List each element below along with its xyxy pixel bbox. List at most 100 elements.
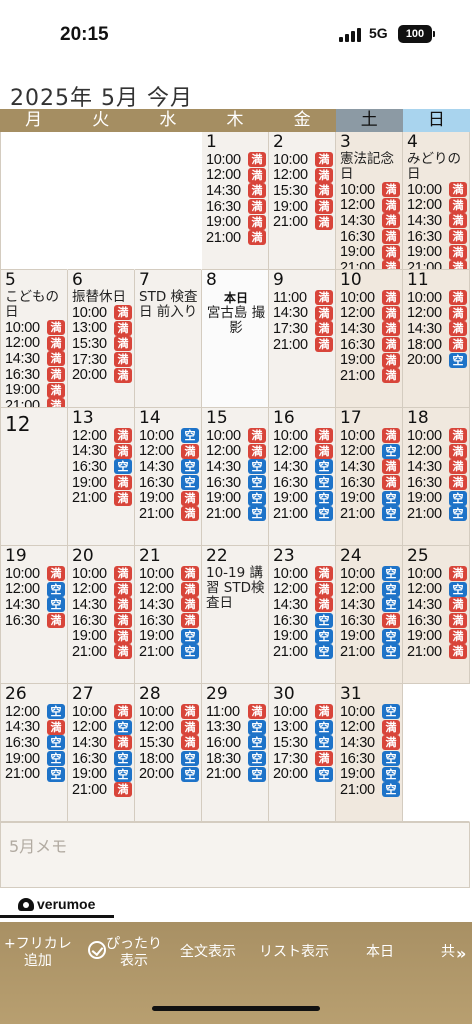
time-slot[interactable]: 17:30 満 bbox=[72, 352, 132, 368]
time-slot[interactable]: 21:00 空 bbox=[5, 766, 65, 782]
time-slot[interactable]: 16:30 空 bbox=[72, 751, 132, 767]
time-slot[interactable]: 21:00 満 bbox=[72, 490, 132, 506]
calendar-day-cell[interactable]: 31 10:00 空 12:00 満 14:30 満 16:30 空 19:00 空 21:00 空 bbox=[336, 684, 403, 822]
calendar-day-cell[interactable]: 26 12:00 空 14:30 満 16:30 空 19:00 空 21:00 空 bbox=[1, 684, 68, 822]
time-slot[interactable]: 10:00 空 bbox=[340, 704, 400, 720]
time-slot[interactable]: 19:00 満 bbox=[340, 244, 400, 260]
time-slot[interactable]: 14:30 満 bbox=[5, 351, 65, 367]
calendar-day-cell[interactable]: 25 10:00 満 12:00 空 14:30 満 16:30 満 19:00 満 21:00 満 bbox=[403, 546, 470, 684]
time-slot[interactable]: 19:00 空 bbox=[407, 490, 467, 506]
time-slot[interactable]: 16:00 空 bbox=[206, 735, 266, 751]
time-slot[interactable]: 21:00 空 bbox=[206, 506, 266, 522]
calendar-day-cell[interactable]: 13 12:00 満 14:30 満 16:30 空 19:00 満 21:00 満 bbox=[68, 408, 135, 546]
calendar-day-cell[interactable]: 10 10:00 満 12:00 満 14:30 満 16:30 満 19:00 満 21:00 満 bbox=[336, 270, 403, 408]
time-slot[interactable]: 12:00 満 bbox=[139, 719, 199, 735]
time-slot[interactable]: 12:00 満 bbox=[340, 305, 400, 321]
calendar-day-cell[interactable]: 18 10:00 満 12:00 満 14:30 満 16:30 満 19:00 空 21:00 空 bbox=[403, 408, 470, 546]
time-slot[interactable]: 12:00 満 bbox=[340, 197, 400, 213]
time-slot[interactable]: 14:30 満 bbox=[72, 597, 132, 613]
time-slot[interactable]: 19:00 満 bbox=[340, 352, 400, 368]
time-slot[interactable]: 14:30 満 bbox=[407, 321, 467, 337]
time-slot[interactable]: 16:30 満 bbox=[340, 229, 400, 245]
time-slot[interactable]: 19:00 空 bbox=[273, 490, 333, 506]
time-slot[interactable]: 21:00 満 bbox=[340, 260, 400, 269]
time-slot[interactable]: 14:30 空 bbox=[139, 459, 199, 475]
time-slot[interactable]: 12:00 空 bbox=[72, 719, 132, 735]
fit-view-button[interactable]: ぴったり 表示 bbox=[106, 936, 162, 970]
calendar-day-cell[interactable]: 2 10:00 満 12:00 満 15:30 満 19:00 満 21:00 満 bbox=[269, 132, 336, 270]
time-slot[interactable]: 16:30 満 bbox=[5, 367, 65, 383]
time-slot[interactable]: 12:00 満 bbox=[206, 443, 266, 459]
time-slot[interactable]: 18:00 満 bbox=[407, 337, 467, 353]
time-slot[interactable]: 14:30 空 bbox=[273, 459, 333, 475]
time-slot[interactable]: 18:30 空 bbox=[206, 751, 266, 767]
time-slot[interactable]: 21:00 空 bbox=[273, 506, 333, 522]
time-slot[interactable]: 21:00 満 bbox=[273, 337, 333, 353]
time-slot[interactable]: 10:00 満 bbox=[72, 566, 132, 582]
time-slot[interactable]: 13:00 空 bbox=[273, 719, 333, 735]
time-slot[interactable]: 14:30 満 bbox=[273, 597, 333, 613]
time-slot[interactable]: 21:00 満 bbox=[407, 644, 467, 660]
time-slot[interactable]: 14:30 満 bbox=[5, 719, 65, 735]
time-slot[interactable]: 10:00 満 bbox=[407, 290, 467, 306]
time-slot[interactable]: 14:30 満 bbox=[340, 213, 400, 229]
time-slot[interactable]: 16:30 空 bbox=[72, 459, 132, 475]
calendar-day-cell[interactable]: 8 本日 宮古島 撮影 bbox=[202, 270, 269, 408]
time-slot[interactable]: 16:30 空 bbox=[206, 475, 266, 491]
time-slot[interactable]: 12:00 空 bbox=[5, 704, 65, 720]
time-slot[interactable]: 16:30 空 bbox=[139, 475, 199, 491]
time-slot[interactable]: 15:30 満 bbox=[273, 183, 333, 199]
time-slot[interactable]: 10:00 空 bbox=[139, 428, 199, 444]
calendar-day-cell[interactable]: 17 10:00 満 12:00 空 14:30 満 16:30 満 19:00 空 21:00 空 bbox=[336, 408, 403, 546]
time-slot[interactable]: 10:00 満 bbox=[206, 428, 266, 444]
time-slot[interactable]: 20:00 空 bbox=[273, 766, 333, 782]
time-slot[interactable]: 10:00 満 bbox=[407, 566, 467, 582]
time-slot[interactable]: 14:30 空 bbox=[340, 597, 400, 613]
time-slot[interactable]: 19:00 満 bbox=[273, 199, 333, 215]
list-view-button[interactable]: リスト表示 bbox=[259, 944, 329, 961]
time-slot[interactable]: 13:30 空 bbox=[206, 719, 266, 735]
time-slot[interactable]: 20:00 空 bbox=[407, 352, 467, 368]
time-slot[interactable]: 21:00 満 bbox=[72, 644, 132, 660]
calendar-day-cell[interactable]: 4 みどりの日 10:00 満 12:00 満 14:30 満 16:30 満 19:00 満 21:0… bbox=[403, 132, 470, 270]
calendar-day-cell[interactable]: 9 11:00 満 14:30 満 17:30 満 21:00 満 bbox=[269, 270, 336, 408]
time-slot[interactable]: 12:00 満 bbox=[273, 581, 333, 597]
time-slot[interactable]: 19:00 満 bbox=[407, 244, 467, 260]
time-slot[interactable]: 19:00 満 bbox=[139, 490, 199, 506]
time-slot[interactable]: 12:00 空 bbox=[340, 581, 400, 597]
time-slot[interactable]: 21:00 空 bbox=[273, 644, 333, 660]
time-slot[interactable]: 14:30 満 bbox=[206, 183, 266, 199]
time-slot[interactable]: 21:00 空 bbox=[139, 644, 199, 660]
calendar-day-cell[interactable]: 12 bbox=[1, 408, 68, 546]
time-slot[interactable]: 12:00 空 bbox=[5, 581, 65, 597]
time-slot[interactable]: 12:00 空 bbox=[340, 443, 400, 459]
time-slot[interactable]: 12:00 満 bbox=[139, 581, 199, 597]
calendar-day-cell[interactable]: 6 振替休日 10:00 満 13:00 満 15:30 満 17:30 満 20:00 満 bbox=[68, 270, 135, 408]
time-slot[interactable]: 12:00 満 bbox=[5, 335, 65, 351]
time-slot[interactable]: 19:00 満 bbox=[5, 382, 65, 398]
time-slot[interactable]: 10:00 満 bbox=[273, 704, 333, 720]
time-slot[interactable]: 16:30 満 bbox=[407, 229, 467, 245]
time-slot[interactable]: 21:00 空 bbox=[407, 506, 467, 522]
time-slot[interactable]: 10:00 満 bbox=[206, 152, 266, 168]
time-slot[interactable]: 14:30 満 bbox=[407, 459, 467, 475]
time-slot[interactable]: 19:00 空 bbox=[139, 628, 199, 644]
time-slot[interactable]: 19:00 空 bbox=[340, 490, 400, 506]
time-slot[interactable]: 10:00 満 bbox=[5, 566, 65, 582]
calendar-day-cell[interactable]: 5 こどもの日 10:00 満 12:00 満 14:30 満 16:30 満 19:00 満 21:0… bbox=[1, 270, 68, 408]
time-slot[interactable]: 12:00 満 bbox=[407, 443, 467, 459]
calendar-day-cell[interactable]: 3 憲法記念日 10:00 満 12:00 満 14:30 満 16:30 満 19:00 満 21:0… bbox=[336, 132, 403, 270]
calendar-day-cell[interactable]: 16 10:00 満 12:00 満 14:30 空 16:30 空 19:00 空 21:00 空 bbox=[269, 408, 336, 546]
time-slot[interactable]: 10:00 満 bbox=[340, 182, 400, 198]
calendar-day-cell[interactable]: 28 10:00 満 12:00 満 15:30 満 18:00 空 20:00 空 bbox=[135, 684, 202, 822]
time-slot[interactable]: 21:00 満 bbox=[407, 260, 467, 269]
time-slot[interactable]: 16:30 空 bbox=[273, 475, 333, 491]
time-slot[interactable]: 15:30 満 bbox=[139, 735, 199, 751]
time-slot[interactable]: 10:00 満 bbox=[340, 428, 400, 444]
time-slot[interactable]: 21:00 空 bbox=[340, 782, 400, 798]
time-slot[interactable]: 19:00 空 bbox=[273, 628, 333, 644]
today-button[interactable]: 本日 bbox=[366, 944, 394, 961]
time-slot[interactable]: 19:00 満 bbox=[72, 475, 132, 491]
time-slot[interactable]: 14:30 空 bbox=[206, 459, 266, 475]
time-slot[interactable]: 16:30 満 bbox=[72, 613, 132, 629]
